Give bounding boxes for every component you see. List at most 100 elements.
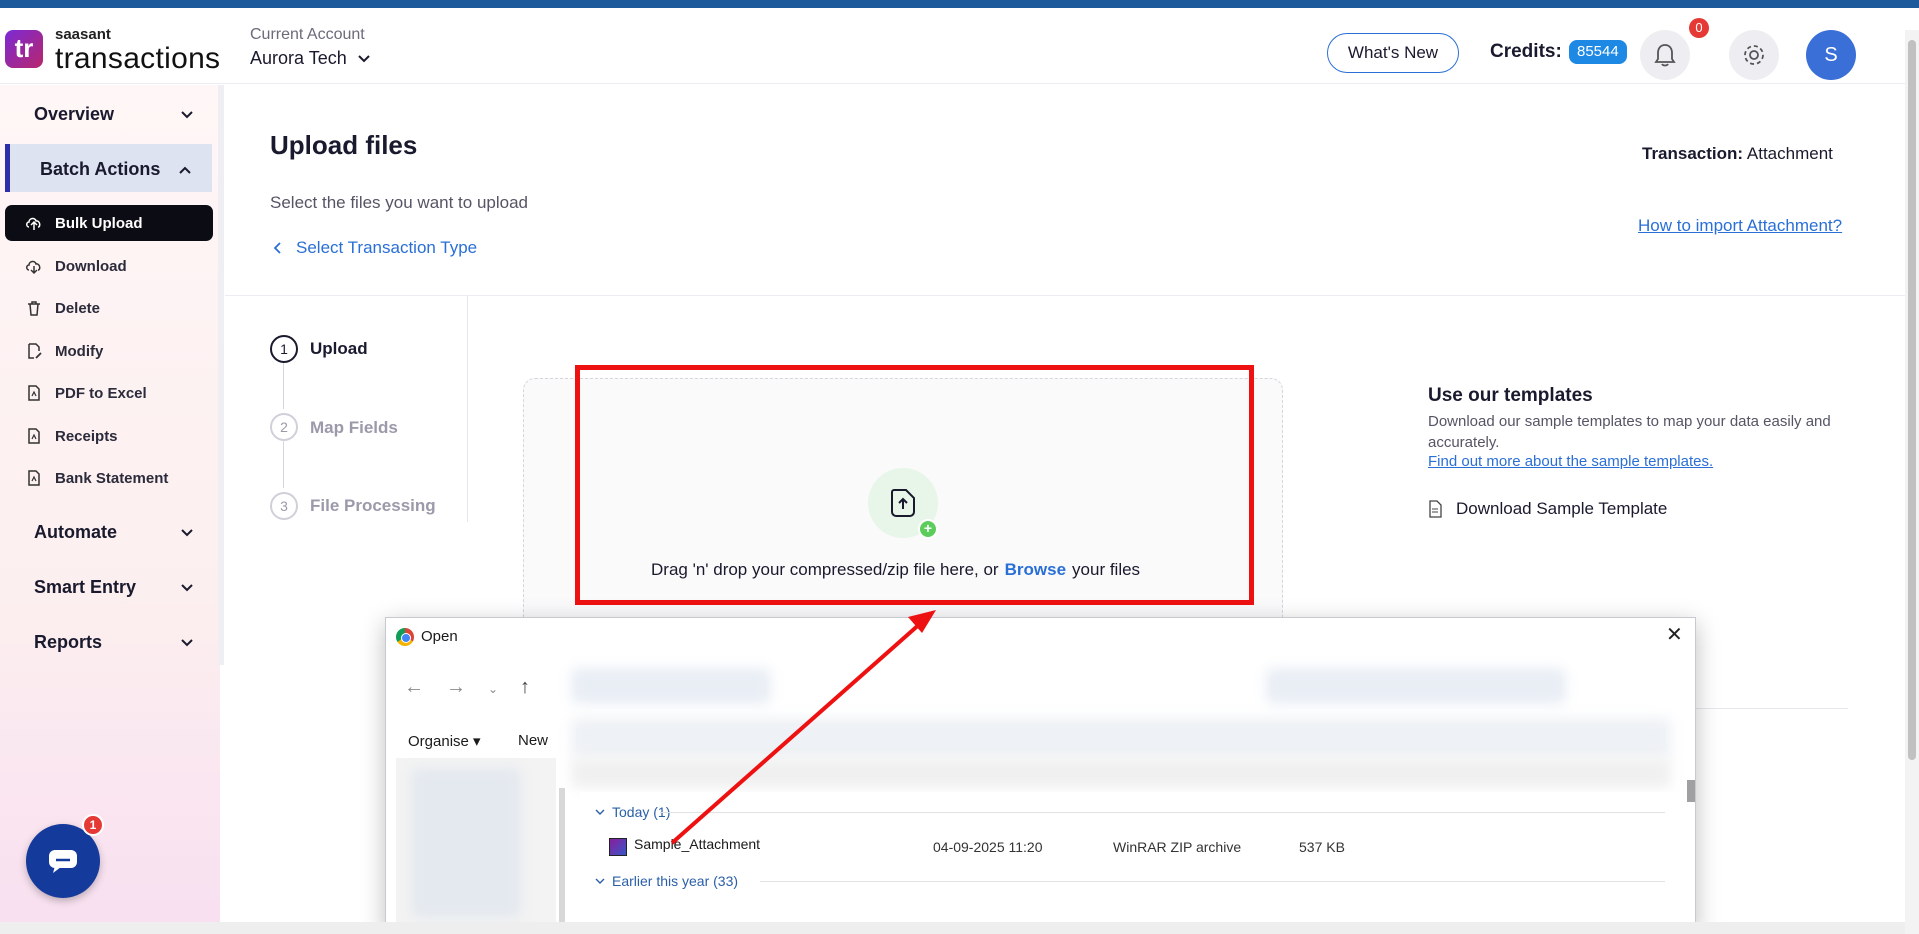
step-2-label: Map Fields	[310, 418, 398, 437]
chevron-down-icon	[595, 809, 605, 815]
chevron-down-icon	[358, 54, 370, 62]
sidebar-item-label: Modify	[55, 342, 104, 360]
new-folder-button[interactable]: New	[518, 732, 548, 749]
gear-icon	[1744, 45, 1764, 65]
receipt-file-icon	[28, 428, 40, 444]
nav-group-smart-entry[interactable]: Smart Entry	[34, 577, 194, 598]
chat-unread-badge: 1	[82, 814, 104, 836]
sidebar-item-modify[interactable]: Modify	[5, 333, 213, 369]
nav-group-label: Reports	[34, 632, 103, 652]
group-divider	[660, 812, 1665, 813]
chevron-down-icon	[181, 583, 193, 591]
sidebar-item-label: Bank Statement	[55, 469, 169, 487]
settings-button[interactable]	[1729, 30, 1779, 80]
account-name: Aurora Tech	[250, 48, 347, 68]
file-group-earlier-this-year[interactable]: Earlier this year (33)	[594, 873, 738, 889]
sidebar-item-receipts[interactable]: Receipts	[5, 418, 213, 454]
close-icon[interactable]: ✕	[1666, 622, 1683, 647]
chat-bubble-icon	[49, 850, 77, 873]
blurred-folder-tree	[411, 768, 521, 918]
brand-logo[interactable]: tr	[5, 30, 43, 68]
dialog-title: Open	[421, 628, 458, 645]
nav-group-label: Automate	[34, 522, 118, 542]
group-divider	[760, 881, 1665, 882]
transaction-type-label: Transaction: Attachment	[1642, 144, 1833, 164]
blurred-address-bar	[571, 668, 771, 704]
step-2-number: 2	[270, 413, 298, 441]
step-connector	[283, 441, 284, 488]
upload-cloud-icon	[26, 217, 41, 230]
select-transaction-type-link[interactable]: Select Transaction Type	[272, 238, 477, 258]
nav-group-overview[interactable]: Overview	[34, 104, 194, 125]
navigation-pane-scrollbar[interactable]	[559, 788, 565, 928]
templates-info-link[interactable]: Find out more about the sample templates…	[1428, 453, 1713, 470]
file-size: 537 KB	[1299, 839, 1345, 855]
nav-group-automate[interactable]: Automate	[34, 522, 194, 543]
step-connector	[283, 363, 284, 409]
statement-file-icon	[28, 470, 40, 486]
nav-group-reports[interactable]: Reports	[34, 632, 194, 653]
credits-value-badge: 85544	[1569, 40, 1627, 64]
file-name[interactable]: Sample_Attachment	[634, 836, 760, 852]
sidebar-item-label: PDF to Excel	[55, 384, 147, 402]
chevron-up-icon	[179, 166, 191, 174]
page-scrollbar[interactable]	[1905, 30, 1919, 934]
back-arrow-icon[interactable]: ←	[404, 676, 424, 699]
pdf-file-icon	[28, 385, 40, 401]
download-cloud-icon	[26, 260, 41, 275]
organise-label: Organise	[408, 733, 469, 750]
chevron-left-icon	[273, 242, 281, 254]
file-list-scrollbar[interactable]	[1687, 780, 1695, 802]
whats-new-button[interactable]: What's New	[1327, 33, 1459, 73]
notifications-button[interactable]	[1640, 30, 1690, 80]
file-group-label: Earlier this year (33)	[612, 873, 739, 889]
back-link-label: Select Transaction Type	[296, 238, 478, 257]
sidebar-item-bulk-upload[interactable]: Bulk Upload	[5, 205, 213, 241]
blurred-toolbar	[571, 718, 1671, 758]
templates-description: Download our sample templates to map you…	[1428, 413, 1831, 451]
step-3-label: File Processing	[310, 496, 436, 515]
transaction-label-key: Transaction:	[1642, 144, 1744, 163]
bottom-strip	[0, 922, 1905, 934]
blurred-column-headers	[571, 758, 1671, 788]
transaction-label-value: Attachment	[1746, 144, 1833, 163]
step-1-number: 1	[270, 335, 298, 363]
recent-locations-chevron-icon[interactable]: ⌄	[488, 682, 498, 696]
file-group-today[interactable]: Today (1)	[594, 804, 670, 820]
brand-name-main: transactions	[55, 42, 221, 75]
document-icon	[1429, 500, 1442, 518]
sidebar-item-download[interactable]: Download	[5, 248, 213, 284]
how-to-import-link[interactable]: How to import Attachment?	[1638, 216, 1842, 236]
nav-group-label: Batch Actions	[40, 159, 161, 179]
browser-top-strip	[0, 0, 1919, 8]
sidebar-item-delete[interactable]: Delete	[5, 290, 213, 326]
edit-file-icon	[28, 343, 42, 359]
sidebar-item-label: Delete	[55, 299, 101, 317]
blurred-search-box	[1266, 668, 1566, 704]
trash-icon	[28, 301, 40, 316]
user-avatar[interactable]: S	[1806, 30, 1856, 80]
sidebar-item-label: Bulk Upload	[55, 214, 143, 232]
sidebar-item-bank-statement[interactable]: Bank Statement	[5, 460, 213, 496]
forward-arrow-icon[interactable]: →	[446, 676, 466, 699]
chrome-icon	[396, 628, 414, 646]
sidebar-item-label: Receipts	[55, 427, 118, 445]
section-divider	[225, 295, 1905, 296]
up-arrow-icon[interactable]: ↑	[520, 676, 530, 699]
account-switcher[interactable]: Aurora Tech	[250, 48, 371, 69]
sidebar-item-pdf-to-excel[interactable]: PDF to Excel	[5, 375, 213, 411]
nav-group-batch-actions[interactable]: Batch Actions	[40, 159, 192, 180]
bell-icon	[1654, 44, 1676, 67]
brand-name-top: saasant	[55, 26, 111, 43]
organise-menu[interactable]: Organise ▾	[408, 732, 481, 750]
app-header: tr saasant transactions Current Account …	[0, 8, 1905, 84]
download-sample-template-link[interactable]: Download Sample Template	[1428, 499, 1667, 519]
sidebar-divider	[218, 85, 224, 665]
steps-divider	[467, 296, 468, 522]
page-scrollbar-thumb[interactable]	[1908, 40, 1916, 760]
page-subtitle: Select the files you want to upload	[270, 193, 528, 212]
nav-group-label: Smart Entry	[34, 577, 137, 597]
account-label: Current Account	[250, 26, 365, 43]
download-sample-template-label: Download Sample Template	[1456, 499, 1668, 518]
chevron-down-icon	[181, 528, 193, 536]
